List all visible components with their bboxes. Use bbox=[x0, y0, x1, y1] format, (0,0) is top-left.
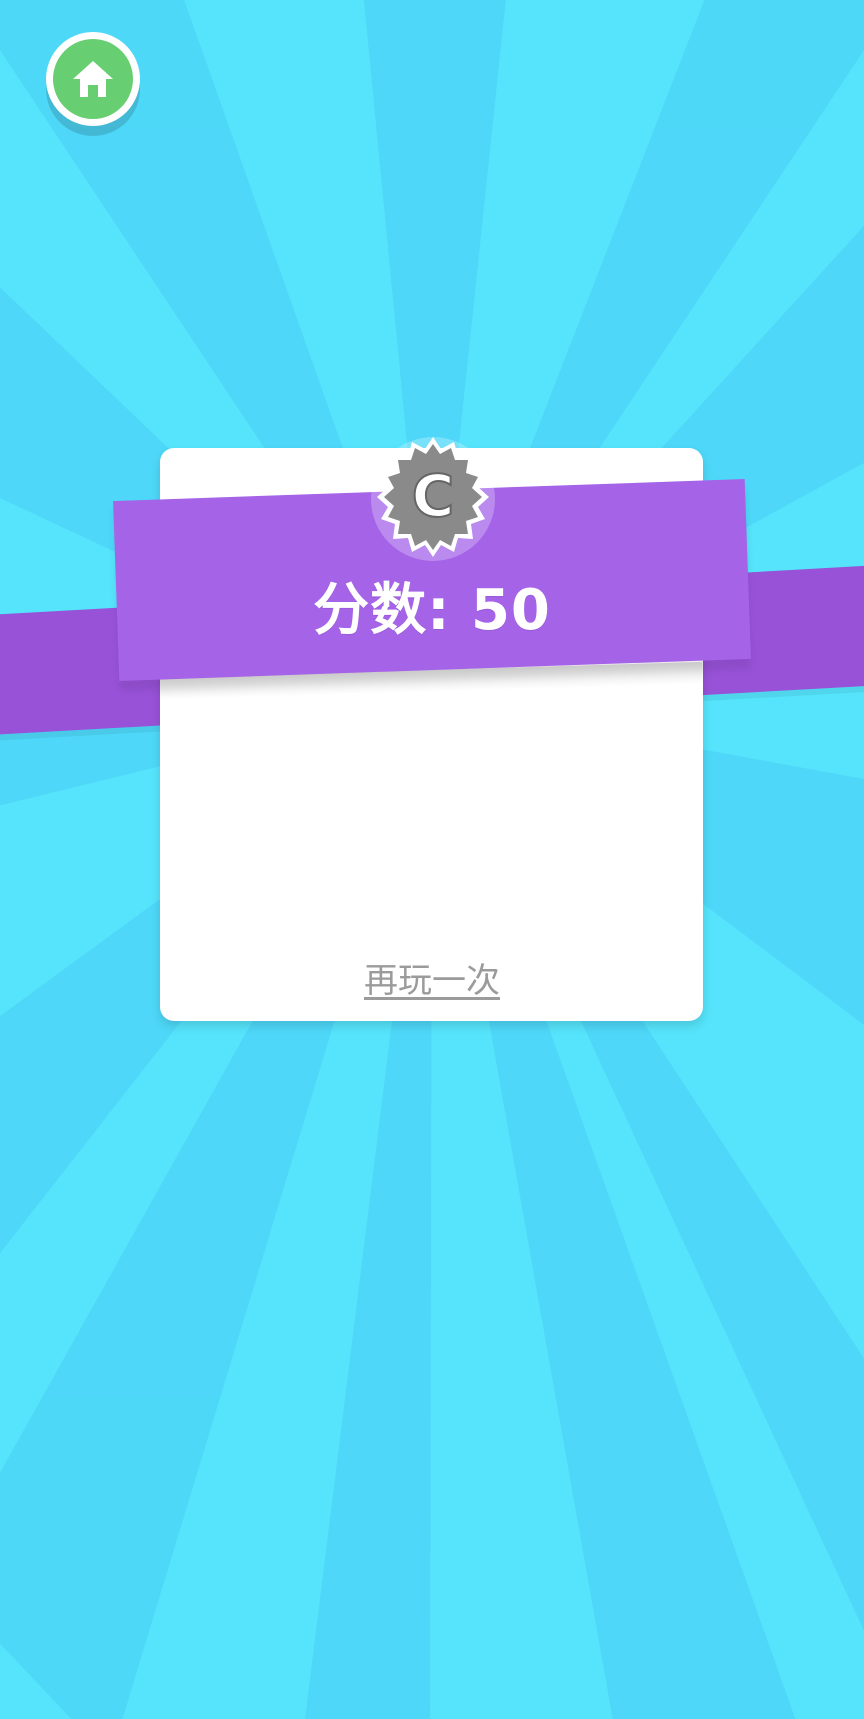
home-button[interactable] bbox=[46, 32, 140, 126]
grade-letter: C bbox=[412, 462, 455, 530]
home-button-face bbox=[53, 39, 133, 119]
home-icon bbox=[73, 61, 113, 97]
play-again-link[interactable]: 再玩一次 bbox=[300, 956, 564, 1006]
game-result-screen: C 分数: 50 再玩一次 bbox=[0, 0, 864, 1719]
grade-badge: C bbox=[371, 437, 495, 561]
score-label: 分数: 50 bbox=[313, 578, 551, 643]
